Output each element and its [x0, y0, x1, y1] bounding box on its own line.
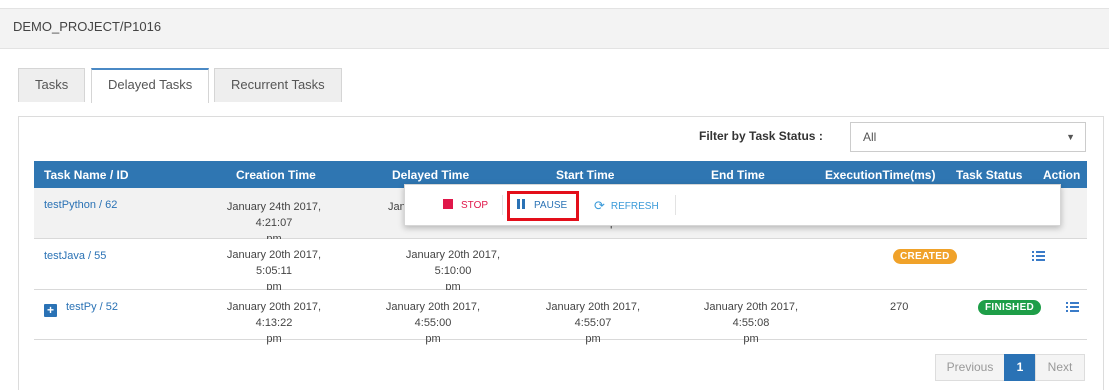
table-row: + testPy / 52 January 20th 2017, 4:13:22…: [34, 290, 1087, 345]
start-time-cell: January 20th 2017, 4:55:07 pm: [528, 299, 658, 347]
tab-tasks[interactable]: Tasks: [18, 68, 86, 102]
creation-time-cell: January 20th 2017, 5:05:11 pm: [209, 247, 339, 295]
pause-button[interactable]: PAUSE: [507, 191, 579, 221]
list-icon[interactable]: [1066, 302, 1079, 313]
page-1-button[interactable]: 1: [1004, 354, 1036, 381]
delayed-time-date: January 20th 2017, 4:55:00: [385, 301, 481, 329]
col-start-time: Start Time: [556, 168, 615, 182]
col-action: Action: [1043, 168, 1081, 182]
previous-page-button[interactable]: Previous: [935, 354, 1005, 381]
pause-icon: [517, 195, 527, 219]
list-icon[interactable]: [1032, 251, 1045, 262]
tab-recurrent-tasks[interactable]: Recurrent Tasks: [214, 68, 342, 102]
creation-time-cell: January 20th 2017, 4:13:22 pm: [209, 299, 339, 347]
status-filter-select[interactable]: All ▼: [850, 122, 1086, 152]
col-task-status: Task Status: [956, 168, 1023, 182]
refresh-icon: ⟳: [594, 198, 605, 213]
breadcrumb: DEMO_PROJECT/P1016: [13, 19, 162, 34]
col-creation-time: Creation Time: [236, 168, 316, 182]
tasks-panel: Filter by Task Status : All ▼ Task Name …: [18, 116, 1104, 390]
refresh-label: REFRESH: [610, 201, 659, 212]
stop-icon: [443, 199, 453, 209]
task-name-link[interactable]: testJava / 55: [44, 250, 106, 262]
col-execution-time: ExecutionTime(ms): [825, 168, 936, 182]
pause-label: PAUSE: [534, 200, 568, 211]
refresh-button[interactable]: ⟳ REFRESH: [594, 195, 659, 217]
start-time-suffix: pm: [585, 333, 601, 345]
status-badge: FINISHED: [978, 300, 1042, 315]
task-name-link[interactable]: testPython / 62: [44, 199, 117, 211]
stop-button[interactable]: STOP: [443, 195, 488, 217]
end-time-cell: January 20th 2017, 4:55:08 pm: [686, 299, 816, 347]
end-time-suffix: pm: [743, 333, 759, 345]
divider: [502, 195, 503, 215]
creation-time-date: January 24th 2017, 4:21:07: [226, 201, 322, 229]
end-time-date: January 20th 2017, 4:55:08: [703, 301, 799, 329]
task-name-link[interactable]: testPy / 52: [66, 301, 118, 313]
col-task-name: Task Name / ID: [44, 168, 129, 182]
creation-time-date: January 20th 2017, 5:05:11: [226, 249, 322, 277]
col-end-time: End Time: [711, 168, 765, 182]
divider: [675, 195, 676, 215]
status-badge: CREATED: [893, 249, 957, 264]
chevron-down-icon: ▼: [1066, 132, 1075, 142]
delayed-time-cell: January 20th 2017, 4:55:00 pm: [368, 299, 498, 347]
creation-time-date: January 20th 2017, 4:13:22: [226, 301, 322, 329]
expand-plus-icon[interactable]: +: [44, 304, 57, 317]
col-delayed-time: Delayed Time: [392, 168, 470, 182]
delayed-time-date: January 20th 2017, 5:10:00: [405, 249, 501, 277]
tab-delayed-tasks[interactable]: Delayed Tasks: [91, 68, 210, 103]
start-time-date: January 20th 2017, 4:55:07: [545, 301, 641, 329]
execution-time-cell: 270: [890, 301, 909, 313]
breadcrumb-bar: DEMO_PROJECT/P1016: [0, 8, 1109, 49]
next-page-button[interactable]: Next: [1035, 354, 1085, 381]
table-row: testJava / 55 January 20th 2017, 5:05:11…: [34, 239, 1087, 293]
delayed-time-cell: January 20th 2017, 5:10:00 pm: [388, 247, 518, 295]
filter-label: Filter by Task Status :: [699, 129, 823, 143]
delayed-time-suffix: pm: [425, 333, 441, 345]
stop-label: STOP: [461, 200, 489, 211]
task-action-popup: STOP PAUSE ⟳ REFRESH: [404, 184, 1061, 226]
status-filter-value: All: [863, 130, 877, 144]
creation-time-suffix: pm: [266, 333, 282, 345]
